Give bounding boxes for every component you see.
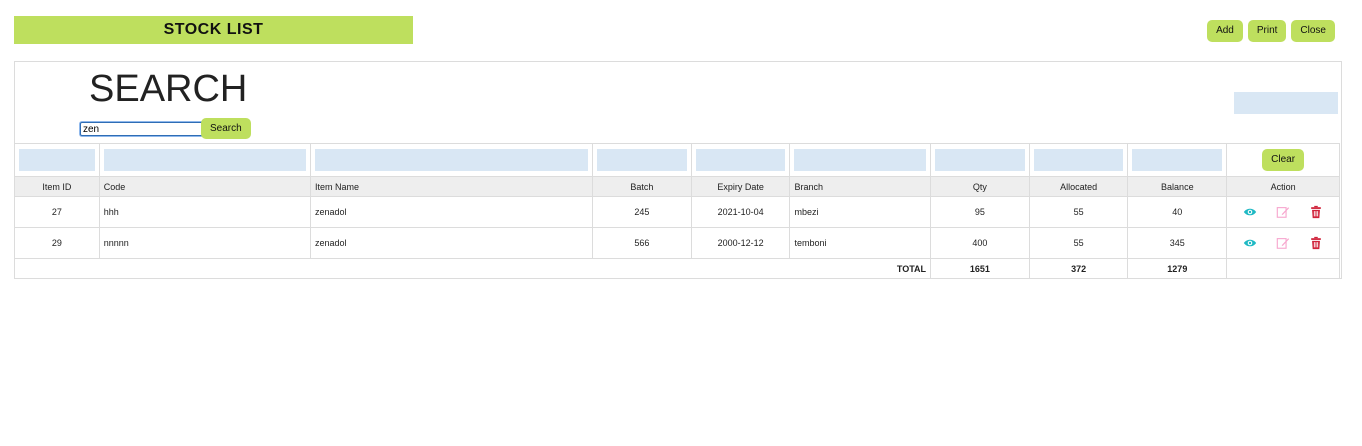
- cell-item-name: zenadol: [309, 227, 594, 259]
- cell-balance: 40: [1127, 196, 1228, 228]
- total-qty: 1651: [930, 258, 1030, 279]
- filter-item-id[interactable]: [19, 149, 95, 171]
- cell-balance: 345: [1127, 227, 1228, 259]
- cell-qty: 400: [930, 227, 1030, 259]
- total-label: TOTAL: [13, 258, 932, 279]
- eye-icon[interactable]: [1243, 236, 1257, 250]
- cell-expiry-date: 2000-12-12: [690, 227, 791, 259]
- stock-table: Clear Item ID Code Item Name Batch Expir…: [13, 143, 1340, 279]
- clear-button[interactable]: Clear: [1262, 149, 1305, 171]
- search-button[interactable]: Search: [201, 118, 251, 139]
- column-header[interactable]: Batch: [592, 176, 692, 197]
- toolbar: Add Print Close: [1207, 20, 1335, 42]
- total-row: TOTAL 1651 372 1279: [13, 258, 1340, 279]
- total-balance: 1279: [1127, 258, 1228, 279]
- cell-code: nnnnn: [98, 227, 312, 259]
- trash-icon[interactable]: [1309, 236, 1323, 250]
- column-header[interactable]: Qty: [930, 176, 1030, 197]
- cell-branch: temboni: [789, 227, 932, 259]
- add-button[interactable]: Add: [1207, 20, 1243, 42]
- total-allocated: 372: [1028, 258, 1129, 279]
- cell-batch: 245: [592, 196, 692, 228]
- print-button[interactable]: Print: [1247, 20, 1287, 42]
- column-header: Action: [1226, 176, 1340, 197]
- filter-box-right[interactable]: [1234, 92, 1338, 114]
- cell-allocated: 55: [1028, 227, 1129, 259]
- search-heading: SEARCH: [89, 68, 248, 110]
- cell-item-id: 29: [14, 227, 100, 259]
- search-input[interactable]: [80, 122, 203, 136]
- filter-batch[interactable]: [597, 149, 687, 171]
- trash-icon[interactable]: [1309, 205, 1323, 219]
- cell-code: hhh: [98, 196, 312, 228]
- column-header[interactable]: Allocated: [1028, 176, 1129, 197]
- edit-icon[interactable]: [1276, 205, 1290, 219]
- total-actions-empty: [1226, 258, 1340, 279]
- filter-expiry-date[interactable]: [695, 149, 786, 171]
- cell-expiry-date: 2021-10-04: [690, 196, 791, 228]
- edit-icon[interactable]: [1276, 236, 1290, 250]
- table-row: 27 hhh zenadol 245 2021-10-04 mbezi 95 5…: [14, 196, 1340, 228]
- cell-actions: [1226, 227, 1340, 259]
- page-title: STOCK LIST: [14, 16, 413, 44]
- column-header[interactable]: Balance: [1127, 176, 1228, 197]
- column-header[interactable]: Code: [98, 176, 312, 197]
- filter-branch[interactable]: [794, 149, 927, 171]
- filter-item-name[interactable]: [315, 149, 589, 171]
- cell-qty: 95: [930, 196, 1030, 228]
- filter-qty[interactable]: [935, 149, 1025, 171]
- cell-item-id: 27: [14, 196, 100, 228]
- cell-item-name: zenadol: [309, 196, 594, 228]
- eye-icon[interactable]: [1243, 205, 1257, 219]
- cell-allocated: 55: [1028, 196, 1129, 228]
- column-header[interactable]: Item Name: [309, 176, 594, 197]
- filter-allocated[interactable]: [1033, 149, 1124, 171]
- filter-row: Clear: [14, 143, 1340, 177]
- column-header[interactable]: Expiry Date: [690, 176, 791, 197]
- cell-branch: mbezi: [789, 196, 932, 228]
- close-button[interactable]: Close: [1291, 20, 1335, 42]
- table-row: 29 nnnnn zenadol 566 2000-12-12 temboni …: [14, 227, 1340, 259]
- column-header[interactable]: Branch: [789, 176, 932, 197]
- table-header: Item ID Code Item Name Batch Expiry Date…: [14, 176, 1340, 197]
- filter-balance[interactable]: [1132, 149, 1223, 171]
- filter-code[interactable]: [103, 149, 306, 171]
- cell-batch: 566: [592, 227, 692, 259]
- stock-panel: SEARCH Search Clear Item ID Code Item Na…: [13, 61, 1342, 279]
- column-header[interactable]: Item ID: [14, 176, 100, 197]
- cell-actions: [1226, 196, 1340, 228]
